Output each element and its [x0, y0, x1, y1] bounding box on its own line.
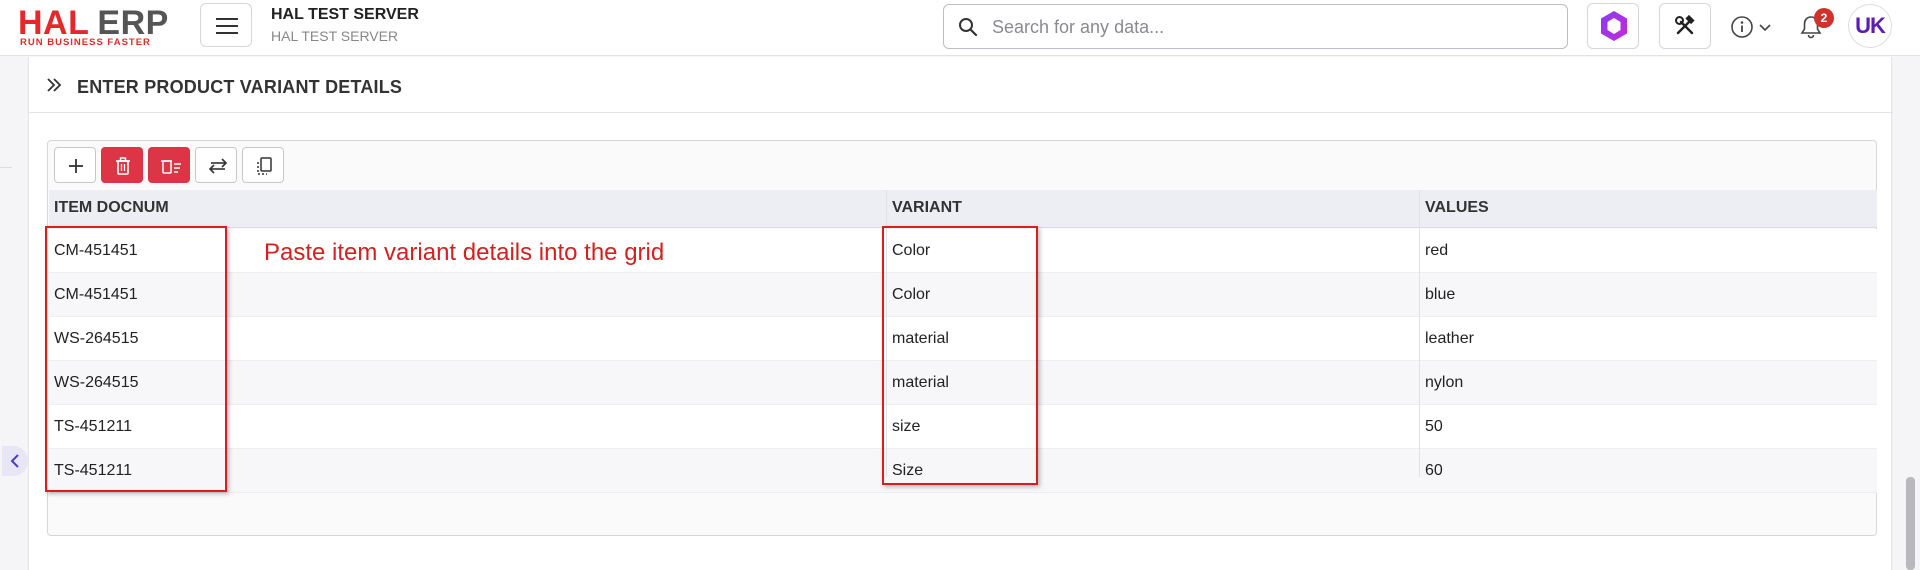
copilot-hexagon-icon	[1601, 11, 1627, 41]
plus-icon	[69, 159, 83, 173]
column-header-values[interactable]: VALUES	[1425, 199, 1489, 217]
search-icon	[959, 18, 978, 37]
global-search-box[interactable]	[943, 4, 1568, 49]
double-chevron-right-icon	[47, 78, 62, 92]
chevron-left-icon	[10, 454, 19, 468]
paste-clipboard-icon	[257, 157, 272, 175]
grid-header-row: ITEM DOCNUM VARIANT VALUES	[49, 190, 1877, 228]
sidebar-divider	[0, 167, 12, 168]
delete-rows-icon	[161, 160, 181, 174]
trash-icon	[116, 157, 130, 175]
cell-values[interactable]: 50	[1425, 418, 1443, 436]
hammer-wrench-icon	[1675, 15, 1695, 35]
logo-tagline: RUN BUSINESS FASTER	[20, 37, 151, 48]
swap-arrows-icon	[208, 158, 228, 174]
section-title: ENTER PRODUCT VARIANT DETAILS	[77, 77, 403, 97]
cell-values[interactable]: 60	[1425, 462, 1443, 480]
hamburger-icon-line	[216, 25, 238, 27]
swap-columns-button[interactable]	[195, 147, 237, 183]
hamburger-icon	[216, 18, 238, 20]
item-docnum-highlight-box	[45, 226, 227, 492]
cell-values[interactable]: blue	[1425, 286, 1455, 304]
top-bar: HAL ERP RUN BUSINESS FASTER HAL TEST SERV…	[0, 0, 1920, 56]
column-divider	[1419, 190, 1420, 477]
tools-button[interactable]	[1659, 3, 1711, 49]
server-title: HAL TEST SERVER	[271, 6, 419, 23]
notification-count-badge: 2	[1814, 8, 1834, 28]
cell-values[interactable]: leather	[1425, 330, 1474, 348]
search-input[interactable]	[992, 13, 1552, 41]
delete-row-button[interactable]	[101, 147, 143, 183]
chevron-down-icon	[1759, 24, 1771, 32]
annotation-text: Paste item variant details into the grid	[264, 239, 665, 266]
column-header-item-docnum[interactable]: ITEM DOCNUM	[54, 199, 169, 217]
page-scrollbar-thumb[interactable]	[1906, 477, 1915, 570]
hamburger-icon-line	[216, 32, 238, 34]
section-header[interactable]: ENTER PRODUCT VARIANT DETAILS	[29, 57, 1893, 113]
cell-values[interactable]: nylon	[1425, 374, 1463, 392]
hamburger-menu-button[interactable]	[200, 3, 252, 47]
column-header-variant[interactable]: VARIANT	[892, 199, 962, 217]
variant-highlight-box	[882, 226, 1038, 485]
left-sidebar-strip	[0, 57, 28, 570]
cell-values[interactable]: red	[1425, 242, 1448, 260]
ai-assistant-button[interactable]	[1587, 3, 1639, 49]
server-subtitle: HAL TEST SERVER	[271, 28, 399, 44]
user-avatar[interactable]: UK	[1848, 4, 1892, 48]
help-info-dropdown[interactable]	[1730, 8, 1774, 44]
hal-erp-logo[interactable]: HAL ERP RUN BUSINESS FASTER	[18, 4, 184, 48]
add-row-button[interactable]	[54, 147, 96, 183]
paste-button[interactable]	[242, 147, 284, 183]
delete-all-rows-button[interactable]	[148, 147, 190, 183]
info-icon	[1731, 16, 1753, 38]
